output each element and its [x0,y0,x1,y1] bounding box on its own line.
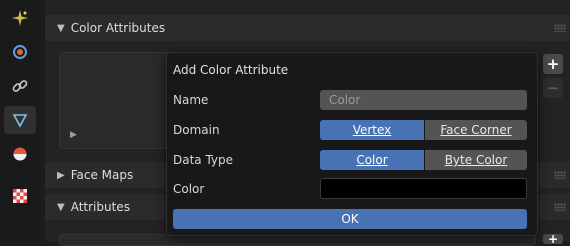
collapsed-triangle-icon: ▶ [57,169,65,181]
option-label: Vertex [352,123,392,137]
section-header-color-attributes[interactable]: ▼ Color Attributes [45,15,570,41]
section-title: Color Attributes [70,21,166,35]
data-type-label: Data Type [173,153,234,167]
tab-material[interactable] [4,140,36,168]
tab-tool[interactable] [4,4,36,32]
sparkle-icon [11,9,29,27]
add-attribute-button[interactable]: + [543,54,563,74]
domain-label: Domain [173,123,220,137]
physics-icon [12,44,28,60]
name-label: Name [173,93,209,107]
domain-option-face-corner[interactable]: Face Corner [425,120,527,140]
tab-constraints[interactable] [4,72,36,100]
tab-physics[interactable] [4,38,36,66]
tab-texture[interactable] [4,182,36,210]
color-label: Color [173,182,205,196]
properties-tab-strip [0,0,40,242]
data-type-option-byte-color[interactable]: Byte Color [425,150,527,170]
mesh-data-icon [12,112,28,128]
option-label: Byte Color [444,153,508,167]
plus-icon: + [547,232,559,246]
section-title: Attributes [70,200,130,214]
data-type-option-color[interactable]: Color [320,150,424,170]
material-icon [12,146,28,162]
minus-icon: − [546,79,560,97]
add-attribute-button-2[interactable]: + [543,232,563,246]
plus-icon: + [546,55,560,73]
ok-label: OK [341,212,359,226]
add-color-attribute-dialog: Add Color Attribute Name Color Domain Ve… [166,52,538,236]
drag-grip-icon[interactable] [554,24,566,32]
ok-button[interactable]: OK [173,209,527,229]
remove-attribute-button[interactable]: − [543,78,563,98]
list-expand-triangle-icon[interactable]: ▶ [70,130,77,140]
expanded-triangle-icon: ▼ [57,201,65,213]
domain-option-vertex[interactable]: Vertex [320,120,424,140]
section-title: Face Maps [70,168,134,182]
option-label: Face Corner [440,123,512,137]
name-field[interactable]: Color [320,90,527,110]
expanded-triangle-icon: ▼ [57,22,65,34]
tab-mesh-data[interactable] [4,106,36,134]
texture-icon [13,189,27,203]
drag-grip-icon[interactable] [554,171,566,179]
option-label: Color [356,153,388,167]
color-swatch[interactable] [320,178,527,199]
constraint-icon [12,78,28,94]
dialog-title: Add Color Attribute [173,63,289,77]
drag-grip-icon[interactable] [554,203,566,211]
